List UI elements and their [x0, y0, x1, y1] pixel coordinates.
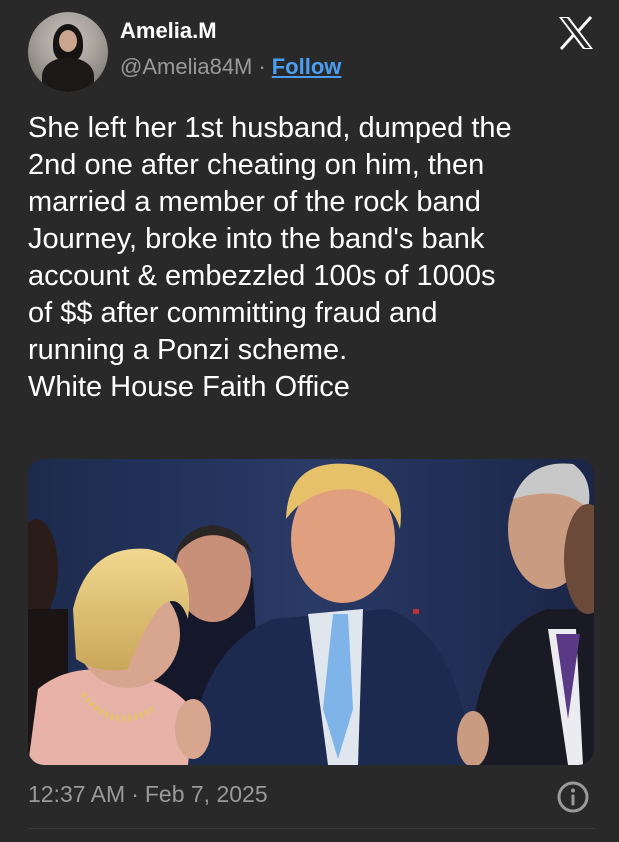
- tweet-header: Amelia.M @Amelia84M · Follow: [28, 12, 594, 94]
- tweet-line: account & embezzled 100s of 1000s: [28, 260, 496, 292]
- tweet-line: Journey, broke into the band's bank: [28, 223, 485, 255]
- tweet-line: of $$ after committing fraud and: [28, 297, 438, 329]
- avatar-body: [42, 58, 94, 92]
- tweet-photo[interactable]: [28, 459, 594, 765]
- photo-illustration: [28, 459, 594, 765]
- handle-separator: ·: [258, 54, 266, 79]
- follow-button[interactable]: Follow: [272, 54, 342, 79]
- tweet-time: 12:37 AM: [28, 781, 126, 807]
- tweet-line: 2nd one after cheating on him, then: [28, 149, 485, 181]
- tweet-timestamp[interactable]: 12:37 AM · Feb 7, 2025: [28, 781, 268, 808]
- user-handle[interactable]: @Amelia84M: [120, 54, 252, 79]
- timestamp-separator: ·: [131, 781, 139, 807]
- divider: [28, 828, 594, 829]
- display-name[interactable]: Amelia.M: [120, 18, 217, 44]
- handle-row: @Amelia84M · Follow: [120, 54, 341, 80]
- info-icon[interactable]: [556, 780, 590, 814]
- tweet-line: She left her 1st husband, dumped the: [28, 112, 512, 144]
- avatar[interactable]: [28, 12, 108, 92]
- tweet-line: married a member of the rock band: [28, 186, 481, 218]
- tweet-date: Feb 7, 2025: [144, 781, 268, 807]
- x-logo-icon[interactable]: [558, 16, 594, 50]
- tweet-text: She left her 1st husband, dumped the 2nd…: [28, 110, 598, 406]
- tweet-line: running a Ponzi scheme.: [28, 334, 348, 366]
- avatar-face: [59, 30, 77, 52]
- tweet-line: White House Faith Office: [28, 371, 350, 403]
